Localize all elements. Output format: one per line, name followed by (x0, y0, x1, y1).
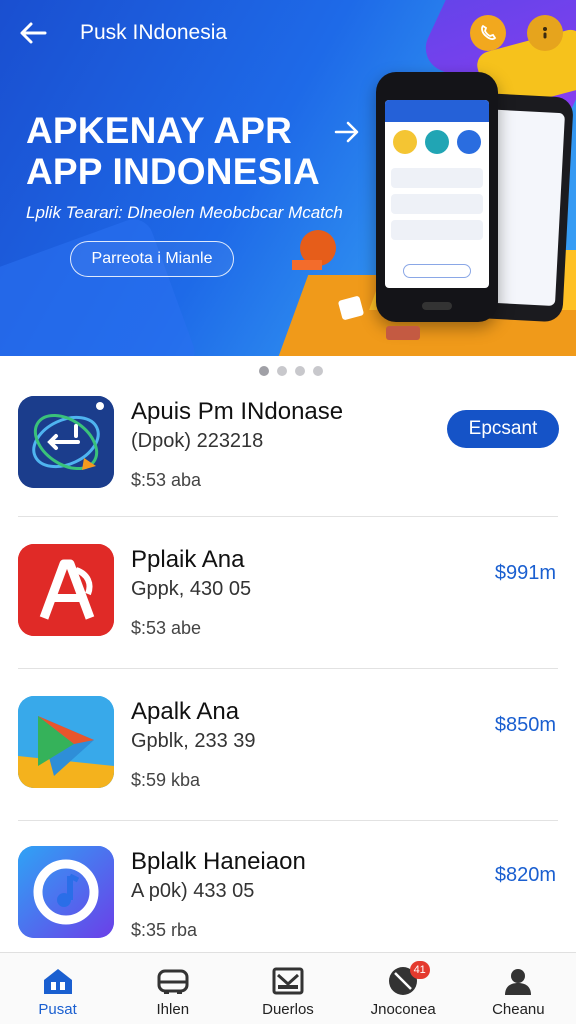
app-size: $:53 aba (131, 470, 202, 490)
nav-item-ihlen[interactable]: Ihlen (115, 953, 230, 1024)
call-button[interactable] (470, 15, 506, 51)
app-refresh-icon-graphic (18, 396, 114, 488)
decor-shape (292, 260, 322, 270)
phone-icon (481, 24, 497, 40)
app-size: $:35 rba (131, 920, 198, 940)
hero-subtitle: Lplik Tearari: Dlneolen Meobcbcar Mcatch (26, 203, 343, 222)
nav-item-duerlos[interactable]: Duerlos (230, 953, 345, 1024)
price-button[interactable]: $850m (495, 714, 556, 737)
phone-home-bar (422, 302, 452, 310)
app-name: Apalk Ana (131, 698, 240, 725)
app-developer: A p0k) 433 05 (131, 880, 255, 902)
phone-screen-row (391, 168, 483, 188)
phone-screen-row (391, 194, 483, 214)
phone-screen-button (403, 264, 471, 278)
phone-screen-header (385, 100, 489, 122)
hero-cta-button[interactable]: Parreota i Mianle (70, 241, 234, 277)
price-button[interactable]: $991m (495, 562, 556, 585)
page-title: Pusk INdonesia (80, 21, 228, 44)
nav-label: Ihlen (156, 1001, 190, 1018)
nav-label: Pusat (38, 1001, 77, 1018)
inbox-icon (156, 965, 190, 997)
app-a-letter-icon-graphic (18, 544, 114, 636)
app-bubble (425, 130, 449, 154)
nav-item-cheanu[interactable]: Cheanu (461, 953, 576, 1024)
phone-mockup (376, 72, 498, 322)
decor-card (386, 326, 420, 340)
phone-screen-row (391, 220, 483, 240)
info-icon (543, 27, 547, 39)
phone-screen (385, 100, 489, 288)
hero-headline: APKENAY APR APP INDONESIA (26, 110, 320, 192)
carousel-indicator[interactable] (0, 366, 576, 376)
home-icon (41, 965, 75, 997)
profile-icon (501, 965, 535, 997)
nav-label: Duerlos (262, 1001, 314, 1018)
app-refresh-icon[interactable] (18, 396, 114, 488)
arrow-right-icon (334, 121, 359, 143)
divider (18, 668, 558, 669)
mail-icon (271, 965, 305, 997)
app-bubble (457, 130, 481, 154)
carousel-dot[interactable] (277, 366, 287, 376)
more-button[interactable] (527, 15, 563, 51)
list-item[interactable]: Apalk Ana Gpblk, 233 39 $:59 kba $850m (0, 696, 576, 846)
back-button[interactable] (18, 18, 48, 48)
headline-line: APP INDONESIA (26, 151, 320, 192)
arrow-left-icon (20, 22, 47, 44)
carousel-dot[interactable] (259, 366, 269, 376)
headline-line: APKENAY APR (26, 110, 293, 151)
nav-item-jnoconea[interactable]: 41 Jnoconea (346, 953, 461, 1024)
app-name: Pplaik Ana (131, 546, 245, 573)
app-name: Bplalk Haneiaon (131, 848, 306, 875)
app-developer: Gpblk, 233 39 (131, 730, 256, 752)
app-play-icon-graphic (18, 696, 114, 788)
carousel-dot[interactable] (313, 366, 323, 376)
app-size: $:59 kba (131, 770, 201, 790)
app-developer: (Dpok) 223218 (131, 430, 264, 452)
app-bubble (393, 130, 417, 154)
phone-screen-icons (385, 122, 489, 162)
decor-shape (0, 213, 201, 356)
get-button[interactable]: Epcsant (447, 410, 559, 448)
nav-label: Jnoconea (370, 1001, 436, 1018)
divider (18, 516, 558, 517)
app-name: Apuis Pm INdonase (131, 398, 344, 425)
app-developer: Gppk, 430 05 (131, 578, 252, 600)
list-item[interactable]: Pplaik Ana Gppk, 430 05 $:53 abe $991m (0, 544, 576, 694)
app-size: $:53 abe (131, 618, 202, 638)
nav-item-pusat[interactable]: Pusat (0, 953, 115, 1024)
app-a-letter-icon[interactable] (18, 544, 114, 636)
list-item[interactable]: Apuis Pm INdonase (Dpok) 223218 $:53 aba… (0, 396, 576, 546)
app-play-icon[interactable] (18, 696, 114, 788)
app-music-icon[interactable] (18, 846, 114, 938)
bottom-navigation: Pusat Ihlen Duerlos 41 Jnoconea Cheanu (0, 952, 576, 1024)
divider (18, 820, 558, 821)
notification-badge: 41 (409, 961, 430, 979)
carousel-dot[interactable] (295, 366, 305, 376)
nav-label: Cheanu (492, 1001, 545, 1018)
price-button[interactable]: $820m (495, 864, 556, 887)
app-music-icon-graphic (18, 846, 114, 938)
hero-banner[interactable]: Pusk INdonesia APKENAY APR APP INDONESIA… (0, 0, 576, 356)
